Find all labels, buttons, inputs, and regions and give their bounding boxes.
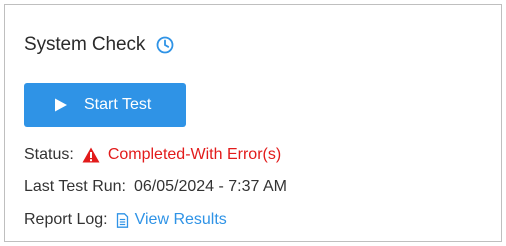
status-row: Status: Completed-With Error(s) [24, 146, 281, 164]
status-label: Status: [24, 146, 74, 163]
report-log-row: Report Log: View Results [24, 211, 227, 229]
start-test-button[interactable]: Start Test [24, 83, 186, 127]
last-run-row: Last Test Run: 06/05/2024 - 7:37 AM [24, 178, 287, 196]
status-value: Completed-With Error(s) [107, 146, 282, 163]
view-results-link[interactable]: View Results [116, 211, 227, 229]
panel-title: System Check [24, 34, 146, 55]
clock-icon[interactable] [156, 36, 174, 54]
last-run-value: 06/05/2024 - 7:37 AM [133, 178, 287, 195]
status-badge: Completed-With Error(s) [82, 146, 281, 164]
view-results-label: View Results [134, 211, 227, 228]
system-check-panel: System Check Start Test Status: Complete… [4, 4, 502, 242]
report-log-label: Report Log: [24, 211, 108, 228]
start-test-label: Start Test [84, 96, 152, 113]
play-icon [54, 98, 68, 112]
warning-icon [82, 147, 100, 163]
document-icon [116, 212, 129, 228]
last-run-label: Last Test Run: [24, 178, 126, 195]
panel-header: System Check [24, 33, 174, 57]
